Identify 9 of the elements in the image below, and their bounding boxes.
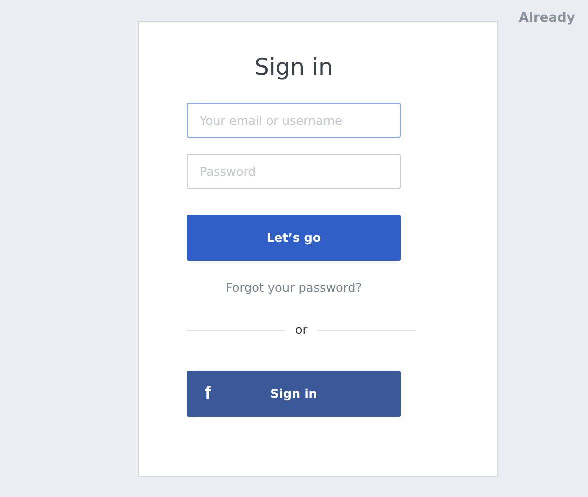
facebook-icon: f: [205, 384, 211, 402]
forgot-password-link[interactable]: Forgot your password?: [187, 278, 401, 298]
card-title: Sign in: [254, 54, 334, 83]
input-field[interactable]: Your email or username: [187, 103, 401, 138]
divider-text: or: [295, 323, 308, 337]
input-field[interactable]: Password: [187, 154, 401, 189]
background-text: Already: [519, 11, 576, 26]
facebook-sign-in-button[interactable]: f Sign in: [187, 371, 401, 417]
submit-button[interactable]: Let’s go: [187, 215, 401, 261]
